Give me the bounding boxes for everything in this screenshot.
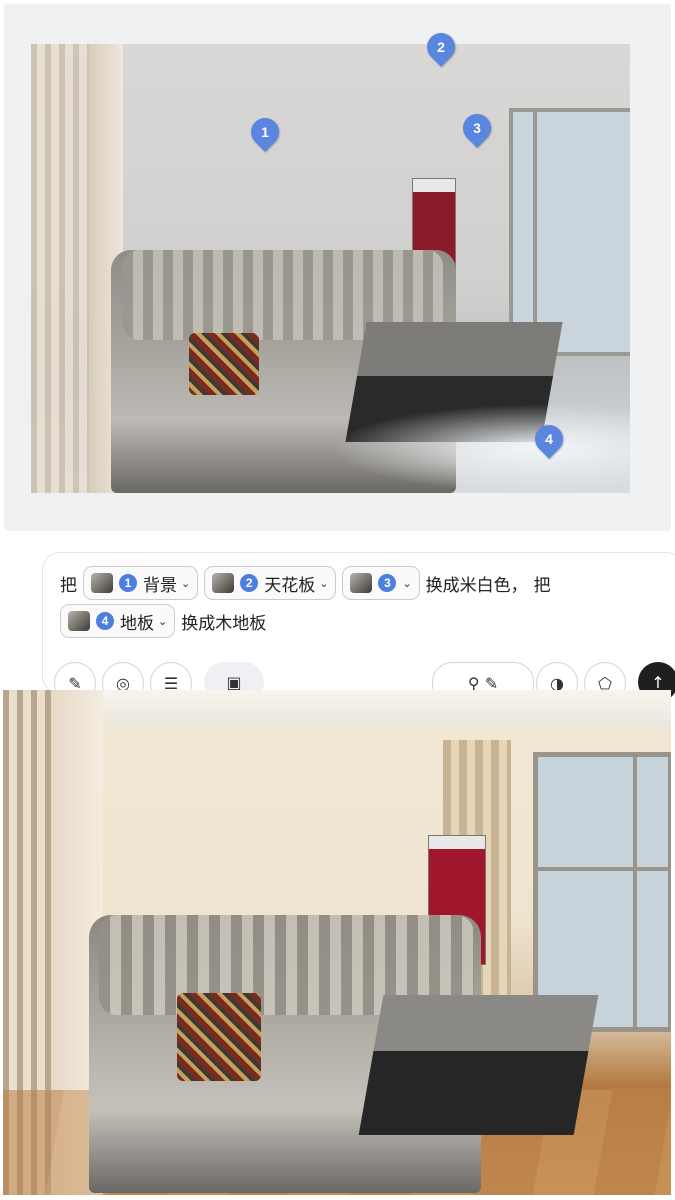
chip-number: 4	[96, 612, 114, 630]
thumbnail-icon	[212, 573, 235, 593]
chevron-down-icon[interactable]: ⌄	[402, 577, 411, 590]
floor-reflection	[331, 404, 630, 493]
marker-number: 2	[437, 39, 445, 55]
chevron-down-icon[interactable]: ⌄	[158, 615, 167, 628]
chip-label: 背景	[143, 575, 177, 596]
thumbnail-icon	[91, 573, 113, 593]
thumbnail-icon	[350, 573, 373, 593]
plaid-bag	[177, 993, 261, 1081]
region-chip-2[interactable]: 2 天花板 ⌄	[204, 566, 337, 600]
ceiling	[3, 690, 671, 730]
marker-number: 3	[473, 120, 481, 136]
chip-number: 3	[378, 574, 397, 592]
thumbnail-icon	[68, 611, 90, 631]
marker-2[interactable]: 2	[421, 27, 461, 67]
before-image-panel: 1 2 3 4	[4, 4, 671, 531]
region-chip-3[interactable]: 3 ⌄	[342, 566, 420, 600]
chevron-down-icon[interactable]: ⌄	[181, 577, 190, 590]
prompt-text: 换成米白色，	[425, 575, 528, 596]
prompt-line-1: 把 1 背景 ⌄ 2 天花板 ⌄ 3 ⌄ 换成米白色， 把	[60, 566, 557, 600]
region-chip-4[interactable]: 4 地板 ⌄	[60, 604, 176, 638]
prompt-text: 换成木地板	[181, 613, 267, 634]
marker-number: 1	[261, 124, 269, 140]
plaid-bag	[189, 333, 259, 395]
chip-label: 地板	[120, 613, 154, 634]
prompt-line-2: 4 地板 ⌄ 换成木地板	[60, 604, 272, 638]
prompt-text: 把	[60, 575, 77, 596]
prompt-toolbar: ✎ ◎ ☰ ▣ ⚲ ✎ ◑ ⬠ ↑	[50, 662, 675, 704]
chevron-down-icon[interactable]: ⌄	[319, 577, 328, 590]
marker-number: 4	[545, 431, 553, 447]
coffee-table	[358, 995, 599, 1135]
marker-1[interactable]: 1	[245, 112, 285, 152]
region-chip-1[interactable]: 1 背景 ⌄	[83, 566, 199, 600]
marker-4[interactable]: 4	[529, 419, 569, 459]
chip-number: 2	[240, 574, 259, 592]
balcony-window	[509, 108, 630, 356]
marker-3[interactable]: 3	[457, 108, 497, 148]
prompt-text: 把	[533, 575, 551, 596]
after-room-photo[interactable]	[3, 690, 671, 1195]
chip-number: 1	[119, 574, 137, 592]
chip-label: 天花板	[264, 575, 316, 596]
balcony-window	[533, 752, 671, 1032]
